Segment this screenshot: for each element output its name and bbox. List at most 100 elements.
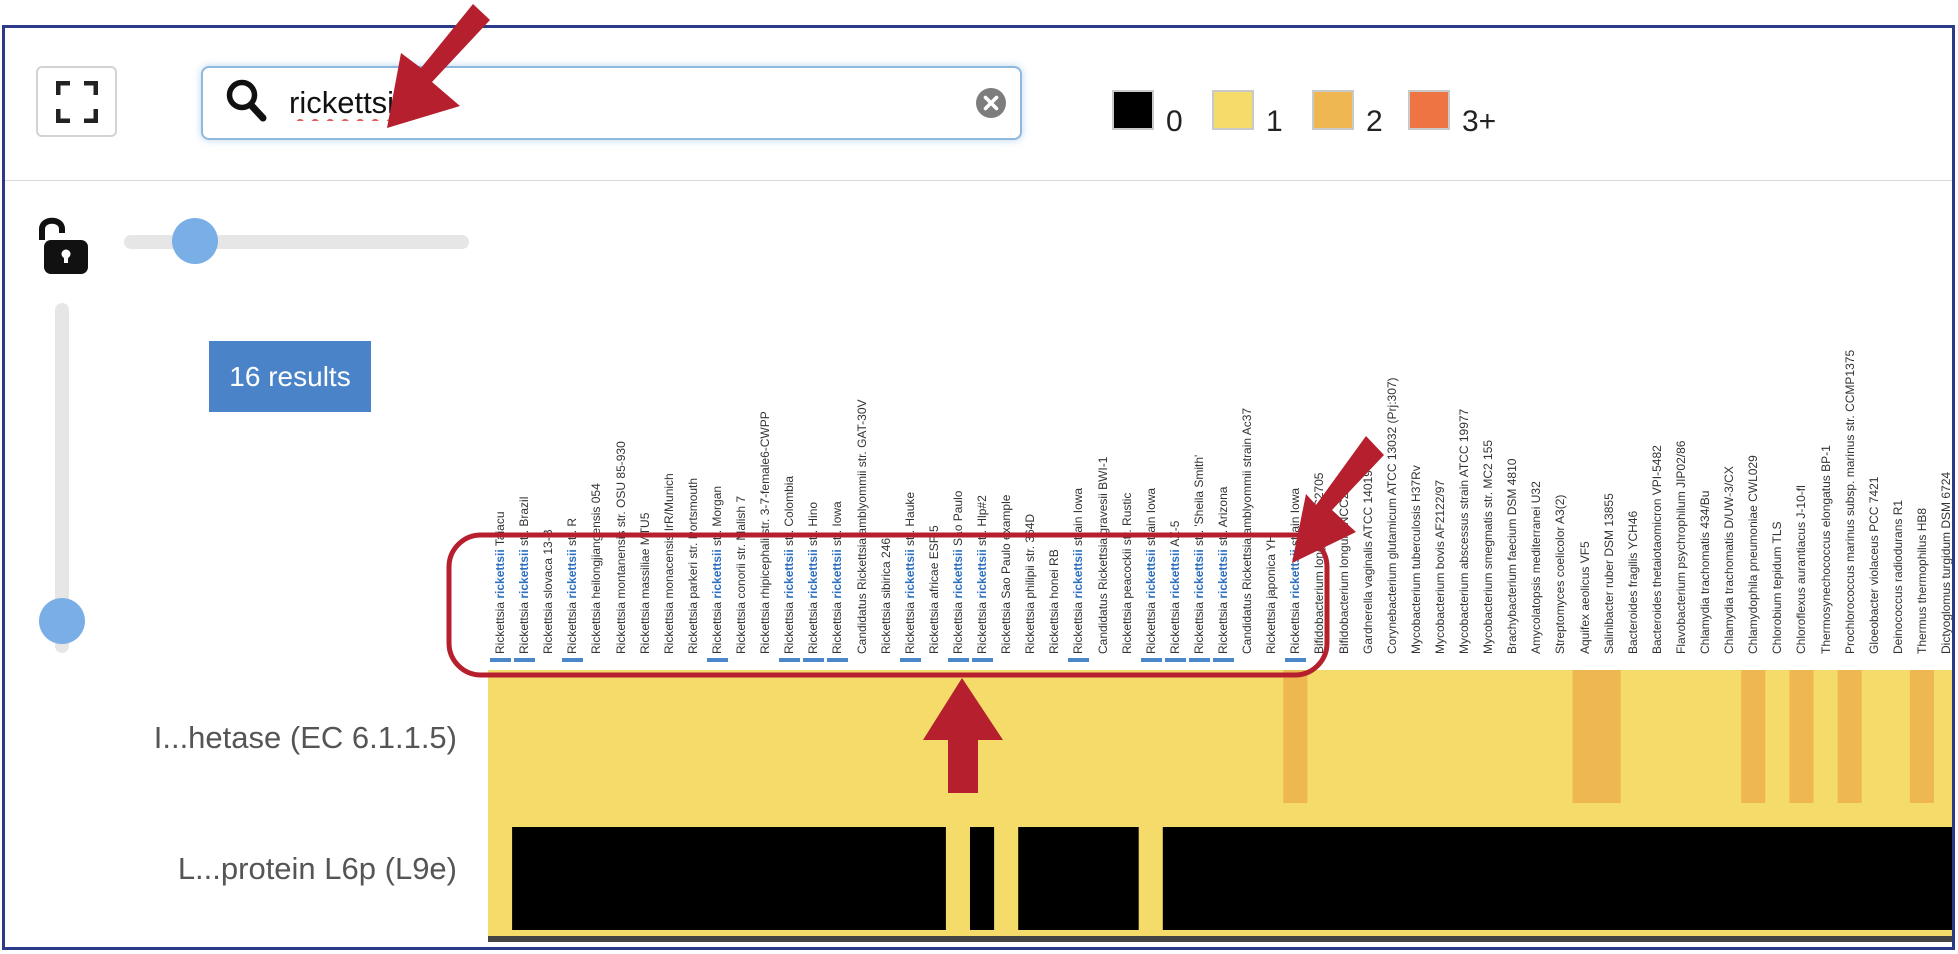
column-label[interactable]: Rickettsia monacensis IrR/Munich xyxy=(662,394,676,654)
column-label[interactable]: Rickettsia rickettsii Sao Paulo xyxy=(951,394,965,654)
column-label[interactable]: Rickettsia rhipicephali str. 3-7-female6… xyxy=(758,394,772,654)
heatmap-cell[interactable] xyxy=(704,670,730,803)
heatmap-cell[interactable] xyxy=(1018,670,1043,803)
heatmap-cell[interactable] xyxy=(753,670,778,803)
heatmap-cell[interactable] xyxy=(994,670,1019,803)
column-label[interactable]: Mycobacterium smegmatis str. MC2 155 xyxy=(1481,394,1495,654)
heatmap-cell[interactable] xyxy=(1259,670,1284,803)
heatmap-cell[interactable] xyxy=(1235,827,1260,930)
heatmap-cell[interactable] xyxy=(1885,670,1911,803)
heatmap-cell[interactable] xyxy=(1909,670,1935,803)
column-label[interactable]: Bacteroides fragilis YCH46 xyxy=(1626,394,1640,654)
column-label[interactable]: Rickettsia peacockii str. Rustic xyxy=(1120,394,1134,654)
fullscreen-button[interactable] xyxy=(36,66,117,137)
heatmap-cell[interactable] xyxy=(1548,827,1574,930)
unlocked-padlock-icon[interactable] xyxy=(33,214,93,276)
heatmap-cell[interactable] xyxy=(1090,670,1116,803)
column-label[interactable]: Rickettsia heilongjiangensis 054 xyxy=(589,394,603,654)
heatmap-cell[interactable] xyxy=(729,670,754,803)
column-label[interactable]: Rickettsia rickettsii str. 'Sheila Smith… xyxy=(1192,394,1206,654)
column-label[interactable]: Deinococcus radiodurans R1 xyxy=(1891,394,1905,654)
heatmap-cell[interactable] xyxy=(1741,827,1766,930)
heatmap-cell[interactable] xyxy=(1283,670,1308,803)
column-label[interactable]: Gloeobacter violaceus PCC 7421 xyxy=(1867,394,1881,654)
heatmap-cell[interactable] xyxy=(1379,670,1405,803)
heatmap-cell[interactable] xyxy=(1114,670,1140,803)
heatmap-cell[interactable] xyxy=(1765,827,1790,930)
heatmap-cell[interactable] xyxy=(1331,670,1357,803)
heatmap-cell[interactable] xyxy=(801,827,826,930)
heatmap-cell[interactable] xyxy=(1500,827,1525,930)
heatmap-cell[interactable] xyxy=(1186,670,1212,803)
heatmap-cell[interactable] xyxy=(1452,827,1477,930)
heatmap-cell[interactable] xyxy=(1524,670,1549,803)
row-label[interactable]: L...protein L6p (L9e) xyxy=(178,851,457,887)
heatmap-cell[interactable] xyxy=(994,803,1019,936)
heatmap-cell[interactable] xyxy=(1789,670,1815,803)
heatmap-cell[interactable] xyxy=(1620,670,1646,803)
column-label[interactable]: Rickettsia rickettsii str. Hino xyxy=(806,394,820,654)
heatmap-cell[interactable] xyxy=(1211,670,1236,803)
column-label[interactable]: Amycolatopsis mediterranei U32 xyxy=(1529,394,1543,654)
column-label[interactable]: Rickettsia rickettsii str. Arizona xyxy=(1216,394,1230,654)
column-label[interactable]: Candidatus Rickettsia gravesii BWI-1 xyxy=(1096,394,1110,654)
heatmap-cell[interactable] xyxy=(1644,827,1670,930)
heatmap-cell[interactable] xyxy=(1548,670,1574,803)
heatmap-cell[interactable] xyxy=(1837,670,1863,803)
column-label[interactable]: Corynebacterium glutamicum ATCC 13032 (P… xyxy=(1385,377,1399,654)
column-label[interactable]: Rickettsia rickettsii str. Brazil xyxy=(517,394,531,654)
search-box[interactable] xyxy=(201,66,1022,140)
heatmap-cell[interactable] xyxy=(1717,670,1742,803)
column-label[interactable]: Thermus thermophilus HB8 xyxy=(1915,394,1929,654)
heatmap-cell[interactable] xyxy=(536,670,561,803)
column-label[interactable]: Rickettsia philipii str. 364D xyxy=(1023,394,1037,654)
heatmap-cell[interactable] xyxy=(1500,670,1525,803)
column-label[interactable]: Rickettsia rickettsii Taiacu xyxy=(493,394,507,654)
heatmap-cell[interactable] xyxy=(753,827,778,930)
column-label[interactable]: Rickettsia japonica YH xyxy=(1264,394,1278,654)
zoom-slider-thumb[interactable] xyxy=(172,218,218,264)
column-label[interactable]: Rickettsia honei RB xyxy=(1047,394,1061,654)
column-label[interactable]: Rickettsia rickettsii AZ-5 xyxy=(1168,394,1182,654)
heatmap-cell[interactable] xyxy=(1186,827,1212,930)
heatmap-cell[interactable] xyxy=(1837,827,1863,930)
heatmap-cell[interactable] xyxy=(945,803,971,936)
heatmap-cell[interactable] xyxy=(1162,670,1188,803)
heatmap-cell[interactable] xyxy=(1162,827,1188,930)
column-label[interactable]: Mycobacterium abscessus strain ATCC 1997… xyxy=(1457,394,1471,654)
heatmap-cell[interactable] xyxy=(1235,670,1260,803)
heatmap-cell[interactable] xyxy=(1668,670,1694,803)
heatmap-cell[interactable] xyxy=(1042,670,1067,803)
heatmap-cell[interactable] xyxy=(1476,670,1501,803)
column-label[interactable]: Candidatus Rickettsia amblyommii str. GA… xyxy=(855,394,869,654)
column-label[interactable]: Chlamydia trachomatis 434/Bu xyxy=(1698,394,1712,654)
column-label[interactable]: Rickettsia parkeri str. Portsmouth xyxy=(686,394,700,654)
column-label[interactable]: Prochlorococcus marinus subsp. marinus s… xyxy=(1843,350,1857,654)
heatmap-cell[interactable] xyxy=(1452,670,1477,803)
heatmap-cell[interactable] xyxy=(1042,827,1067,930)
heatmap-cell[interactable] xyxy=(1138,670,1164,803)
heatmap-cell[interactable] xyxy=(970,670,995,803)
heatmap-cell[interactable] xyxy=(1813,670,1839,803)
heatmap-cell[interactable] xyxy=(1307,670,1333,803)
heatmap-cell[interactable] xyxy=(704,827,730,930)
column-label[interactable]: Rickettsia slovaca 13-B xyxy=(541,394,555,654)
heatmap-cell[interactable] xyxy=(1427,670,1453,803)
heatmap-cell[interactable] xyxy=(608,670,634,803)
heatmap-cell[interactable] xyxy=(1934,827,1955,930)
heatmap-cell[interactable] xyxy=(488,803,513,936)
column-label[interactable]: Flavobacterium psychrophilum JIP02/86 xyxy=(1674,394,1688,654)
row-height-slider-thumb[interactable] xyxy=(39,598,85,644)
clear-circle-icon[interactable] xyxy=(975,87,1007,119)
heatmap-cell[interactable] xyxy=(921,827,947,930)
heatmap-cell[interactable] xyxy=(632,827,658,930)
heatmap-cell[interactable] xyxy=(1644,670,1670,803)
heatmap-cell[interactable] xyxy=(1355,827,1381,930)
column-label[interactable]: Rickettsia rickettsii str. Hauke xyxy=(903,394,917,654)
column-label[interactable]: Brachybacterium faecium DSM 4810 xyxy=(1505,394,1519,654)
heatmap-cell[interactable] xyxy=(1765,670,1790,803)
heatmap-cell[interactable] xyxy=(897,827,923,930)
column-label[interactable]: Mycobacterium tuberculosis H37Rv xyxy=(1409,394,1423,654)
heatmap-cell[interactable] xyxy=(560,670,585,803)
heatmap-cell[interactable] xyxy=(632,670,658,803)
